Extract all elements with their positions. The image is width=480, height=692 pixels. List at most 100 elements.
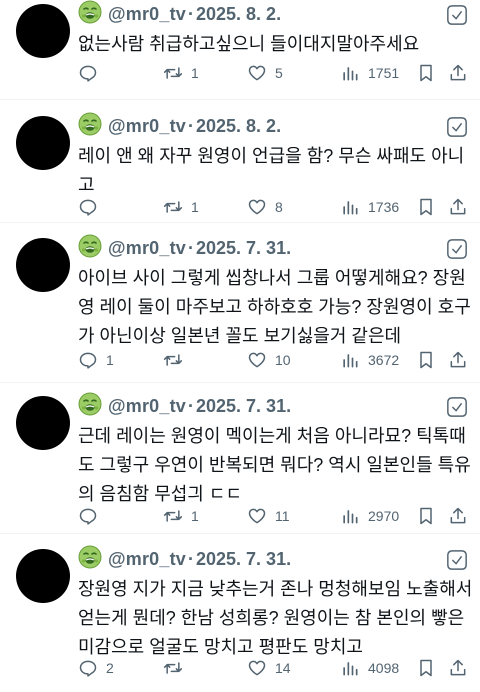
reply-button[interactable]: 1 [78,345,114,375]
nauseated-face-emoji-icon [78,392,108,421]
nauseated-face-emoji-icon [78,0,108,29]
views-count: 3672 [368,352,400,368]
views-button[interactable]: 3672 [340,345,399,375]
separator-dot: · [188,3,194,24]
heart-icon [247,506,267,526]
avatar[interactable] [16,238,70,292]
heart-icon [247,658,267,678]
heart-icon [247,197,267,217]
avatar[interactable] [16,549,70,603]
separator-dot: · [188,548,194,569]
bookmark-button[interactable] [416,653,436,683]
share-button[interactable] [448,58,468,88]
tweet-text: 장원영 지가 지금 낮추는거 존나 멍청해보임 노출해서 얻는게 뭔데? 한남 성… [78,575,473,662]
user-handle[interactable]: @mr0_tv [108,4,186,25]
tweet-text: 없는사람 취급하고싶으니 들이대지말아주세요 [78,30,468,59]
more-options-icon[interactable] [446,396,468,418]
divider [0,533,480,534]
tweet-date[interactable]: 2025. 7. 31. [196,396,291,417]
replies-count: 1 [106,352,114,368]
tweet-text-line: 도 그렇구 우연이 반복되면 뭐다? 역시 일본인들 특유 [78,455,471,475]
retweet-button[interactable] [163,345,191,375]
tweet-text-line: 레이 앤 왜 자꾸 원영이 언급을 함? 무슨 싸패도 아니 [78,146,465,166]
like-button[interactable]: 14 [247,653,291,683]
likes-count: 10 [275,352,291,368]
bookmark-button[interactable] [416,501,436,531]
user-handle[interactable]: @mr0_tv [108,396,186,417]
views-button[interactable]: 1751 [340,58,399,88]
tweet-actions: 1 8 1736 [70,192,480,222]
share-button[interactable] [448,653,468,683]
share-button[interactable] [448,192,468,222]
tweet[interactable]: @mr0_tv · 2025. 8. 2. 레이 앤 왜 자꾸 원영이 언급을 함? … [0,112,480,252]
like-button[interactable]: 10 [247,345,291,375]
like-button[interactable]: 11 [247,501,290,531]
bookmark-button[interactable] [416,58,436,88]
tweet-date[interactable]: 2025. 8. 2. [196,4,281,25]
like-button[interactable]: 5 [247,58,283,88]
bookmark-button[interactable] [416,192,436,222]
reply-icon [78,197,98,217]
share-button[interactable] [448,345,468,375]
tweet-header: @mr0_tv · 2025. 7. 31. [78,545,291,573]
tweet-text-line: 근데 레이는 원영이 멕이는게 처음 아니라묘? 틱톡때 [78,426,466,446]
bookmark-button[interactable] [416,345,436,375]
tweet-date[interactable]: 2025. 7. 31. [196,238,291,259]
like-button[interactable]: 8 [247,192,283,222]
avatar[interactable] [16,4,70,58]
views-button[interactable]: 1736 [340,192,399,222]
views-button[interactable]: 4098 [340,653,399,683]
retweet-button[interactable]: 1 [163,192,199,222]
share-icon [448,197,468,217]
user-handle[interactable]: @mr0_tv [108,549,186,570]
heart-icon [247,350,267,370]
tweet-header: @mr0_tv · 2025. 7. 31. [78,234,291,262]
reply-button[interactable] [78,192,106,222]
tweet-header: @mr0_tv · 2025. 7. 31. [78,392,291,420]
tweet-text-line: 장원영 지가 지금 낮추는거 존나 멍청해보임 노출해서 [78,579,473,599]
bookmark-icon [416,658,436,678]
tweet[interactable]: @mr0_tv · 2025. 7. 31. 아이브 사이 그렇게 씹창나서 그룹 어… [0,234,480,374]
reply-button[interactable]: 2 [78,653,114,683]
retweets-count: 1 [191,508,199,524]
user-handle[interactable]: @mr0_tv [108,238,186,259]
more-options-icon[interactable] [446,116,468,138]
likes-count: 5 [275,65,283,81]
bookmark-icon [416,197,436,217]
tweet-date[interactable]: 2025. 8. 2. [196,116,281,137]
nauseated-face-emoji-icon [78,234,108,263]
user-handle[interactable]: @mr0_tv [108,116,186,137]
tweet-date[interactable]: 2025. 7. 31. [196,549,291,570]
more-options-icon[interactable] [446,238,468,260]
retweet-button[interactable] [163,653,191,683]
views-button[interactable]: 2970 [340,501,399,531]
tweet-actions: 1 5 1751 [70,58,480,88]
retweet-icon [163,63,183,83]
likes-count: 11 [275,508,290,524]
share-icon [448,350,468,370]
tweet[interactable]: @mr0_tv · 2025. 7. 31. 장원영 지가 지금 낮추는거 존나 멍청… [0,545,480,685]
tweet-header: @mr0_tv · 2025. 8. 2. [78,0,281,28]
likes-count: 8 [275,199,283,215]
retweets-count: 1 [191,65,199,81]
views-icon [340,658,360,678]
share-button[interactable] [448,501,468,531]
tweet-text-line: 아이브 사이 그렇게 씹창나서 그룹 어떻게해요? 장원 [78,268,466,288]
views-count: 1751 [368,65,400,81]
reply-icon [78,63,98,83]
more-options-icon[interactable] [446,549,468,571]
divider [0,222,480,223]
avatar[interactable] [16,396,70,450]
retweet-button[interactable]: 1 [163,501,199,531]
reply-button[interactable] [78,501,106,531]
more-options-icon[interactable] [446,4,468,26]
retweet-button[interactable]: 1 [163,58,199,88]
heart-icon [247,63,267,83]
separator-dot: · [188,237,194,258]
tweet[interactable]: @mr0_tv · 2025. 7. 31. 근데 레이는 원영이 멕이는게 처음 아… [0,392,480,532]
avatar[interactable] [16,116,70,170]
retweet-icon [163,658,183,678]
tweet-header: @mr0_tv · 2025. 8. 2. [78,112,281,140]
separator-dot: · [188,115,194,136]
reply-button[interactable] [78,58,106,88]
